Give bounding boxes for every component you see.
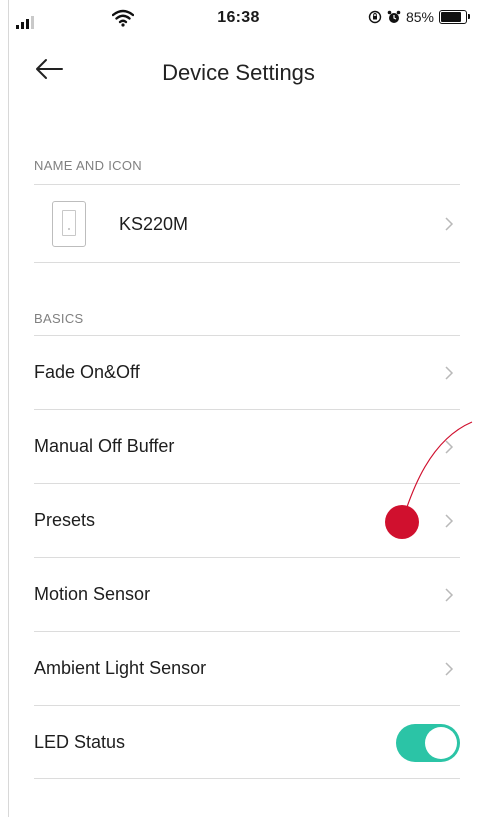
chevron-right-icon — [445, 365, 454, 380]
settings-item-motion-sensor[interactable]: Motion Sensor — [34, 558, 460, 631]
chevron-right-icon — [445, 513, 454, 528]
settings-item-label: Manual Off Buffer — [34, 436, 175, 456]
page-title: Device Settings — [162, 60, 315, 85]
screen-edge — [8, 0, 9, 817]
settings-item-manual-off-buffer[interactable]: Manual Off Buffer — [34, 410, 460, 483]
settings-item-label: Fade On&Off — [34, 362, 140, 382]
device-name: KS220M — [119, 213, 189, 234]
section-label-basics: BASICS — [34, 311, 84, 326]
battery-percent: 85% — [405, 9, 434, 25]
chevron-right-icon — [445, 661, 454, 676]
alarm-icon — [387, 10, 401, 23]
settings-item-label: LED Status — [34, 732, 126, 752]
status-bar: 16:38 85% — [0, 0, 477, 40]
section-label-name-and-icon: NAME AND ICON — [34, 158, 142, 173]
settings-item-label: Motion Sensor — [34, 584, 151, 604]
device-name-row[interactable]: KS220M — [34, 188, 460, 260]
divider — [34, 262, 460, 263]
orientation-lock-icon — [368, 10, 382, 24]
settings-item-led-status: LED Status — [34, 706, 460, 779]
chevron-right-icon — [445, 217, 454, 231]
settings-item-presets[interactable]: Presets — [34, 484, 460, 557]
battery-icon — [439, 10, 470, 24]
settings-item-label: Presets — [34, 510, 96, 530]
wall-switch-icon — [52, 201, 86, 247]
divider — [34, 778, 460, 779]
settings-item-fade-on-off[interactable]: Fade On&Off — [34, 336, 460, 409]
divider — [34, 184, 460, 185]
chevron-right-icon — [445, 587, 454, 602]
chevron-right-icon — [445, 439, 454, 454]
toggle-knob — [425, 726, 457, 759]
settings-item-ambient-light-sensor[interactable]: Ambient Light Sensor — [34, 632, 460, 705]
led-status-toggle[interactable] — [396, 723, 460, 762]
settings-item-label: Ambient Light Sensor — [34, 658, 207, 678]
